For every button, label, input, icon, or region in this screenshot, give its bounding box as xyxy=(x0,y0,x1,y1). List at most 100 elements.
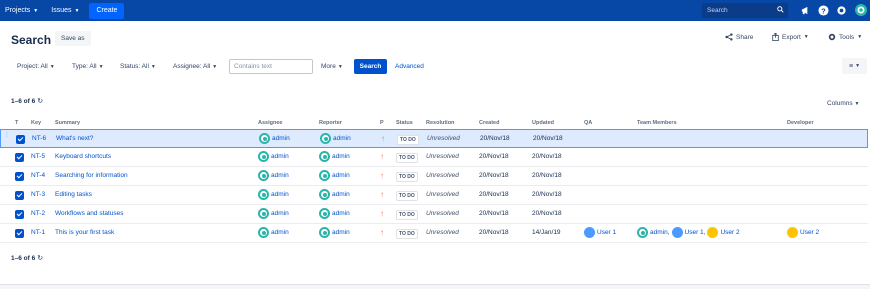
table-row[interactable]: NT-2 Workflows and statuses admin admin ↑ TO … xyxy=(0,205,868,224)
updated-date: 14/Jan/19 xyxy=(532,229,561,236)
drag-handle-icon[interactable]: ⋮ xyxy=(4,132,10,145)
share-button[interactable]: Share xyxy=(725,33,753,41)
reporter-link[interactable]: admin xyxy=(333,135,351,142)
reporter-link[interactable]: admin xyxy=(332,229,350,236)
search-button[interactable]: Search xyxy=(354,59,387,74)
updated-date: 20/Nov/18 xyxy=(532,172,562,179)
table-row[interactable]: NT-1 This is your first task admin admin ↑ TO… xyxy=(0,224,868,243)
team-member-link[interactable]: User 2 xyxy=(720,229,739,236)
reporter-link[interactable]: admin xyxy=(332,153,350,160)
filter-status[interactable]: Status: All ▼ xyxy=(120,63,156,70)
refresh-icon[interactable]: ↻ xyxy=(37,97,43,105)
header-team-members[interactable]: Team Members xyxy=(637,120,677,126)
issue-summary-link[interactable]: What's next? xyxy=(56,135,93,142)
header-summary[interactable]: Summary xyxy=(55,120,80,126)
header-resolution[interactable]: Resolution xyxy=(426,120,454,126)
nav-projects[interactable]: Projects ▼ xyxy=(5,7,38,14)
chevron-down-icon: ▼ xyxy=(803,34,809,40)
assignee-cell: admin xyxy=(258,227,289,238)
contains-text-input[interactable]: Contains text xyxy=(229,59,313,74)
gear-icon[interactable] xyxy=(836,5,847,16)
tools-button[interactable]: Tools ▼ xyxy=(828,33,862,41)
advanced-link[interactable]: Advanced xyxy=(395,63,424,70)
export-button[interactable]: Export ▼ xyxy=(772,33,809,41)
assignee-link[interactable]: admin xyxy=(271,210,289,217)
team-member-link[interactable]: admin, xyxy=(650,229,670,236)
assignee-link[interactable]: admin xyxy=(271,191,289,198)
avatar xyxy=(319,227,330,238)
assignee-cell: admin xyxy=(258,151,289,162)
filter-assignee[interactable]: Assignee: All ▼ xyxy=(173,63,217,70)
results-count-text: 1–6 of 6 xyxy=(11,97,36,105)
issue-key-link[interactable]: NT-5 xyxy=(31,153,45,160)
table-row[interactable]: ⋮ NT-6 What's next? admin admin ↑ TO DO Unresol… xyxy=(0,129,868,148)
task-type-icon xyxy=(15,210,24,219)
avatar xyxy=(319,189,330,200)
reporter-link[interactable]: admin xyxy=(332,210,350,217)
arrow-up-icon: ↑ xyxy=(381,134,385,143)
header-qa[interactable]: QA xyxy=(584,120,592,126)
refresh-icon[interactable]: ↻ xyxy=(37,254,43,262)
assignee-link[interactable]: admin xyxy=(272,135,290,142)
header-status[interactable]: Status xyxy=(396,120,413,126)
task-type-icon xyxy=(15,229,24,238)
columns-button[interactable]: Columns ▼ xyxy=(827,100,859,107)
team-member: admin, xyxy=(637,227,670,238)
header-reporter[interactable]: Reporter xyxy=(319,120,342,126)
reporter-cell: admin xyxy=(319,170,350,181)
nav-issues[interactable]: Issues ▼ xyxy=(51,7,79,14)
assignee-link[interactable]: admin xyxy=(271,153,289,160)
table-row[interactable]: NT-3 Editing tasks admin admin ↑ TO DO Unresol… xyxy=(0,186,868,205)
avatar xyxy=(258,151,269,162)
svg-text:?: ? xyxy=(821,6,826,15)
team-member-link[interactable]: User 1, xyxy=(685,229,706,236)
table-header: T Key Summary Assignee Reporter P Status… xyxy=(0,116,870,129)
issue-summary-link[interactable]: Editing tasks xyxy=(55,191,92,198)
view-options-button[interactable]: ≡ ▼ xyxy=(842,58,867,74)
issue-key-link[interactable]: NT-6 xyxy=(32,135,46,142)
resolution-text: Unresolved xyxy=(426,210,459,217)
issue-key-link[interactable]: NT-3 xyxy=(31,191,45,198)
issue-key-link[interactable]: NT-4 xyxy=(31,172,45,179)
issue-summary-link[interactable]: Searching for information xyxy=(55,172,128,179)
header-key[interactable]: Key xyxy=(31,120,41,126)
avatar xyxy=(258,227,269,238)
filter-type[interactable]: Type: All ▼ xyxy=(72,63,104,70)
issue-key-link[interactable]: NT-1 xyxy=(31,229,45,236)
more-label: More xyxy=(321,63,336,70)
chevron-down-icon: ▼ xyxy=(98,63,104,70)
header-updated[interactable]: Updated xyxy=(532,120,554,126)
filter-project[interactable]: Project: All ▼ xyxy=(17,63,55,70)
save-as-button[interactable]: Save as xyxy=(55,31,91,46)
header-assignee[interactable]: Assignee xyxy=(258,120,282,126)
qa-link[interactable]: User 1 xyxy=(597,229,616,236)
results-count-text: 1–6 of 6 xyxy=(11,254,36,262)
issue-summary-link[interactable]: This is your first task xyxy=(55,229,114,236)
avatar xyxy=(259,133,270,144)
create-button[interactable]: Create xyxy=(89,2,125,19)
task-type-icon xyxy=(15,172,24,181)
table-row[interactable]: NT-5 Keyboard shortcuts admin admin ↑ TO DO Un… xyxy=(0,148,868,167)
issue-summary-link[interactable]: Keyboard shortcuts xyxy=(55,153,111,160)
team-member: User 2 xyxy=(707,227,740,238)
assignee-link[interactable]: admin xyxy=(271,172,289,179)
reporter-link[interactable]: admin xyxy=(332,172,350,179)
assignee-link[interactable]: admin xyxy=(271,229,289,236)
profile-avatar-icon[interactable] xyxy=(855,4,867,16)
header-developer[interactable]: Developer xyxy=(787,120,814,126)
reporter-link[interactable]: admin xyxy=(332,191,350,198)
header-priority[interactable]: P xyxy=(380,120,384,126)
more-filters-button[interactable]: More ▼ xyxy=(321,63,343,70)
header-type[interactable]: T xyxy=(15,120,18,126)
header-created[interactable]: Created xyxy=(479,120,499,126)
nav-issues-label: Issues xyxy=(51,7,72,14)
avatar xyxy=(787,227,798,238)
table-row[interactable]: NT-4 Searching for information admin admin ↑… xyxy=(0,167,868,186)
global-search-input[interactable]: Search xyxy=(702,3,788,18)
issue-summary-link[interactable]: Workflows and statuses xyxy=(55,210,124,217)
issue-key-link[interactable]: NT-2 xyxy=(31,210,45,217)
developer-link[interactable]: User 2 xyxy=(800,229,819,236)
megaphone-icon[interactable] xyxy=(800,5,811,16)
help-icon[interactable]: ? xyxy=(818,5,829,16)
search-icon xyxy=(777,6,784,13)
